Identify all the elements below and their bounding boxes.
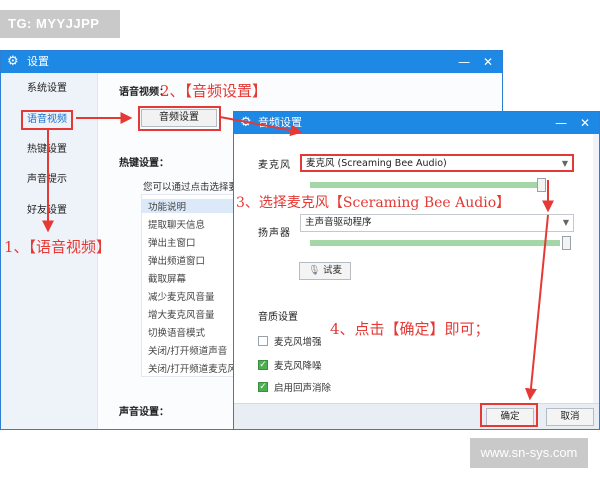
hotkey-list: 功能说明提取聊天信息 弹出主窗口弹出频道窗口 截取屏幕减少麦克风音量 增大麦克风音量切… bbox=[141, 194, 237, 377]
microphone-icon: 🎙 bbox=[307, 265, 320, 276]
minimize-button[interactable]: — bbox=[456, 51, 472, 73]
test-mic-button[interactable]: 🎙 试麦 bbox=[299, 262, 351, 280]
screenshot-stage: TG: MYYJJPP ⚙ 设置 — ✕ 系统设置 语音视频 热键设置 声音提示… bbox=[0, 0, 600, 480]
settings-titlebar: ⚙ 设置 — ✕ bbox=[1, 51, 502, 73]
hotkey-section-label: 热键设置： bbox=[119, 158, 169, 169]
cancel-button[interactable]: 取消 bbox=[546, 408, 594, 426]
sidebar-item-sound-alerts[interactable]: 声音提示 bbox=[1, 170, 98, 190]
gear-icon: ⚙ bbox=[240, 115, 252, 130]
close-button[interactable]: ✕ bbox=[480, 51, 496, 73]
speaker-level-bar bbox=[310, 240, 560, 246]
speaker-label: 扬声器 bbox=[258, 228, 291, 239]
chevron-down-icon: ▼ bbox=[561, 159, 568, 168]
hotkey-item[interactable]: 减少麦克风音量 bbox=[148, 289, 215, 303]
highlight-box-audio-settings bbox=[138, 106, 221, 131]
hotkey-hint: 您可以通过点击选择要 bbox=[143, 182, 239, 193]
noise-reduction-checkbox[interactable]: ✓ bbox=[258, 360, 268, 370]
audio-dialog-scrollbar[interactable] bbox=[593, 134, 599, 403]
test-mic-label: 试麦 bbox=[323, 265, 343, 276]
hotkey-item[interactable]: 功能说明 bbox=[142, 199, 237, 213]
hotkey-item[interactable]: 关闭/打开频道声音 bbox=[148, 343, 227, 357]
microphone-level-slider[interactable] bbox=[537, 178, 546, 192]
close-button[interactable]: ✕ bbox=[577, 112, 593, 134]
speaker-select[interactable]: 主声音驱动程序 ▼ bbox=[300, 214, 574, 232]
highlight-box-voice-video bbox=[21, 110, 73, 130]
annotation-step1: 1、【语音视频】 bbox=[4, 238, 112, 256]
microphone-label: 麦克风 bbox=[258, 160, 291, 171]
chevron-down-icon: ▼ bbox=[562, 218, 569, 227]
sidebar-item-hotkeys[interactable]: 热键设置 bbox=[1, 140, 98, 160]
audio-quality-label: 音质设置 bbox=[258, 312, 298, 323]
microphone-select-value: 麦克风 (Screaming Bee Audio) bbox=[306, 158, 447, 169]
audio-dialog-window-controls: — ✕ bbox=[549, 112, 593, 134]
speaker-select-value: 主声音驱动程序 bbox=[305, 217, 372, 228]
sidebar-item-system[interactable]: 系统设置 bbox=[1, 79, 98, 99]
microphone-select[interactable]: 麦克风 (Screaming Bee Audio) ▼ bbox=[300, 154, 574, 172]
noise-reduction-label: 麦克风降噪 bbox=[274, 361, 322, 372]
watermark-top-left: TG: MYYJJPP bbox=[0, 10, 120, 38]
audio-dialog-title: 音频设置 bbox=[258, 116, 302, 129]
hotkey-item[interactable]: 切换语音模式 bbox=[148, 325, 205, 339]
highlight-box-ok bbox=[480, 403, 538, 427]
watermark-bottom-right: www.sn-sys.com bbox=[470, 438, 588, 468]
audio-settings-dialog: ⚙ 音频设置 — ✕ 麦克风 麦克风 (Screaming Bee Audio)… bbox=[233, 111, 600, 430]
echo-cancel-label: 启用回声消除 bbox=[274, 383, 332, 394]
sidebar-item-friends[interactable]: 好友设置 bbox=[1, 201, 98, 221]
mic-boost-label: 麦克风增强 bbox=[274, 337, 322, 348]
mic-boost-checkbox[interactable] bbox=[258, 336, 268, 346]
speaker-level-slider[interactable] bbox=[562, 236, 571, 250]
annotation-step2: 2、【音频设置】 bbox=[160, 82, 268, 100]
settings-window-controls: — ✕ bbox=[452, 51, 496, 73]
hotkey-item[interactable]: 截取屏幕 bbox=[148, 271, 186, 285]
hotkey-item[interactable]: 弹出主窗口 bbox=[148, 235, 196, 249]
audio-dialog-footer: 确定 取消 bbox=[234, 403, 599, 429]
gear-icon: ⚙ bbox=[7, 54, 19, 69]
annotation-step3: 3、选择麦克风【Sceraming Bee Audio】 bbox=[236, 195, 511, 211]
audio-dialog-titlebar: ⚙ 音频设置 — ✕ bbox=[234, 112, 599, 134]
echo-cancel-checkbox[interactable]: ✓ bbox=[258, 382, 268, 392]
hotkey-item[interactable]: 提取聊天信息 bbox=[148, 217, 205, 231]
hotkey-item[interactable]: 弹出频道窗口 bbox=[148, 253, 205, 267]
minimize-button[interactable]: — bbox=[553, 112, 569, 134]
hotkey-item[interactable]: 增大麦克风音量 bbox=[148, 307, 215, 321]
microphone-level-bar bbox=[310, 182, 543, 188]
settings-title: 设置 bbox=[27, 55, 49, 68]
hotkey-item[interactable]: 关闭/打开频道麦克风 bbox=[148, 361, 237, 375]
sound-section-label: 声音设置： bbox=[119, 407, 169, 418]
annotation-step4: 4、点击【确定】即可； bbox=[330, 320, 490, 338]
